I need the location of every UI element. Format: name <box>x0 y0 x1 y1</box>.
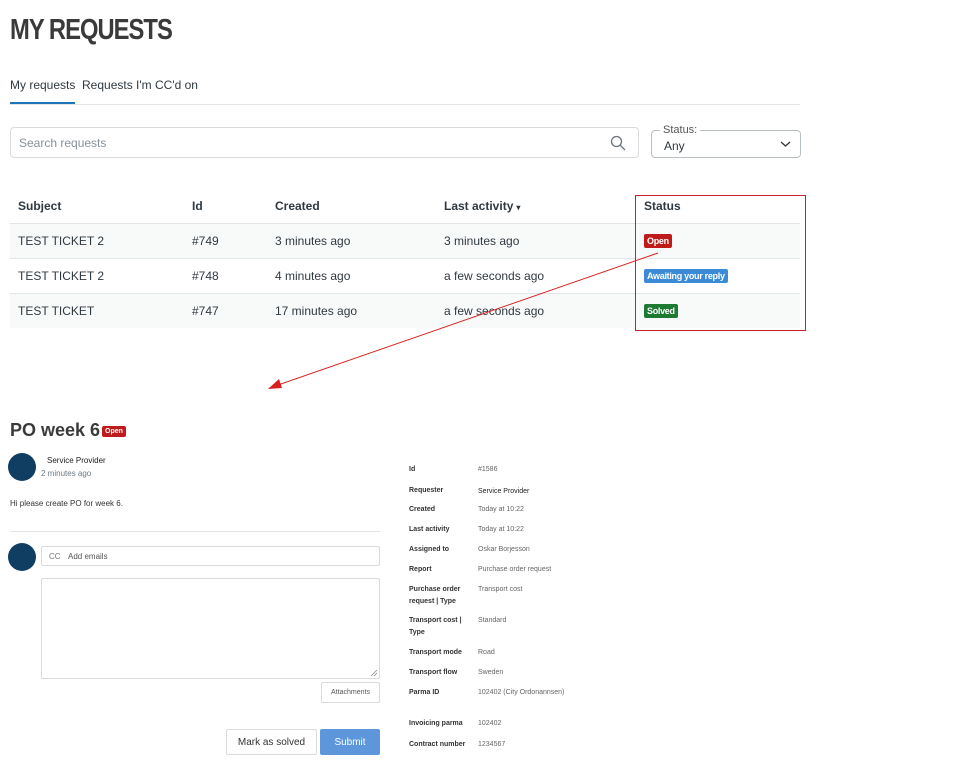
property-value: Purchase order request <box>478 566 552 573</box>
property-label: Created <box>409 506 436 513</box>
tab-requests-cc[interactable]: Requests I'm CC'd on <box>82 78 198 92</box>
status-filter-value: Any <box>664 139 685 153</box>
row-last-activity: 3 minutes ago <box>444 234 520 248</box>
property-value: Standard <box>478 617 507 624</box>
column-header-id[interactable]: Id <box>192 199 203 213</box>
reply-textarea[interactable] <box>41 578 380 679</box>
property-label: Assigned to <box>409 546 450 553</box>
tab-bar: My requests Requests I'm CC'd on <box>10 70 800 105</box>
sort-descending-icon: ▾ <box>516 203 521 212</box>
property-label: Transport mode <box>409 649 462 656</box>
status-filter-select[interactable]: Status: Any <box>651 124 801 158</box>
property-value: #1586 <box>478 466 498 473</box>
ticket-title: PO week 6 <box>10 420 101 440</box>
page-title: MY REQUESTS <box>10 14 173 46</box>
property-value: Oskar Borjesson <box>478 546 530 553</box>
row-subject-link[interactable]: TEST TICKET <box>18 304 94 318</box>
column-header-last-activity-label: Last activity <box>444 199 514 213</box>
property-label: Transport flow <box>409 669 458 676</box>
property-value: 102402 (City Ordonannsen) <box>478 689 565 696</box>
avatar <box>8 543 36 571</box>
attachments-button[interactable]: Attachments <box>321 682 380 703</box>
property-label: Requester <box>409 487 444 494</box>
column-header-last-activity[interactable]: Last activity ▾ <box>444 199 520 213</box>
row-last-activity: a few seconds ago <box>444 304 545 318</box>
property-label: Contract number <box>409 741 466 748</box>
search-input[interactable] <box>19 134 579 152</box>
cc-email-input[interactable] <box>68 550 368 563</box>
property-value: 1234567 <box>478 741 506 748</box>
row-id: #749 <box>192 234 219 248</box>
divider <box>10 531 380 532</box>
ticket-status-badge: Open <box>102 426 126 437</box>
property-value: Road <box>478 649 495 656</box>
property-value: Sweden <box>478 669 504 676</box>
row-id: #748 <box>192 269 219 283</box>
property-value: 102402 <box>478 720 502 727</box>
cc-label: CC <box>49 552 61 561</box>
property-label: Last activity <box>409 526 450 533</box>
comment-author: Service Provider <box>47 456 106 465</box>
property-label: Purchase order request | Type <box>409 586 461 605</box>
row-created: 3 minutes ago <box>275 234 351 248</box>
resize-handle-icon[interactable] <box>370 669 378 677</box>
row-created: 4 minutes ago <box>275 269 351 283</box>
row-id: #747 <box>192 304 219 318</box>
search-box <box>10 127 639 158</box>
row-subject-link[interactable]: TEST TICKET 2 <box>18 234 104 248</box>
row-created: 17 minutes ago <box>275 304 358 318</box>
status-highlight-box <box>635 195 806 331</box>
property-value: Service Provider <box>478 488 530 495</box>
comment-body: Hi please create PO for week 6. <box>10 499 123 508</box>
row-subject-link[interactable]: TEST TICKET 2 <box>18 269 104 283</box>
cc-field: CC <box>41 546 380 566</box>
status-filter-label: Status: <box>660 124 701 136</box>
comment-time: 2 minutes ago <box>41 469 92 478</box>
property-label: Report <box>409 566 432 573</box>
property-label: Id <box>409 466 416 473</box>
row-last-activity: a few seconds ago <box>444 269 545 283</box>
column-header-subject[interactable]: Subject <box>18 199 61 213</box>
avatar <box>8 453 36 481</box>
property-value: Today at 10:22 <box>478 506 524 513</box>
property-label: Invoicing parma <box>409 720 463 727</box>
property-label: Parma ID <box>409 689 440 696</box>
search-icon[interactable] <box>610 135 626 151</box>
property-label: Transport cost | Type <box>409 617 462 636</box>
mark-as-solved-button[interactable]: Mark as solved <box>226 729 317 755</box>
tab-my-requests[interactable]: My requests <box>10 78 76 104</box>
property-value: Transport cost <box>478 586 523 593</box>
column-header-created[interactable]: Created <box>275 199 320 213</box>
chevron-down-icon <box>780 141 791 147</box>
submit-button[interactable]: Submit <box>320 729 380 755</box>
property-value: Today at 10:22 <box>478 526 524 533</box>
